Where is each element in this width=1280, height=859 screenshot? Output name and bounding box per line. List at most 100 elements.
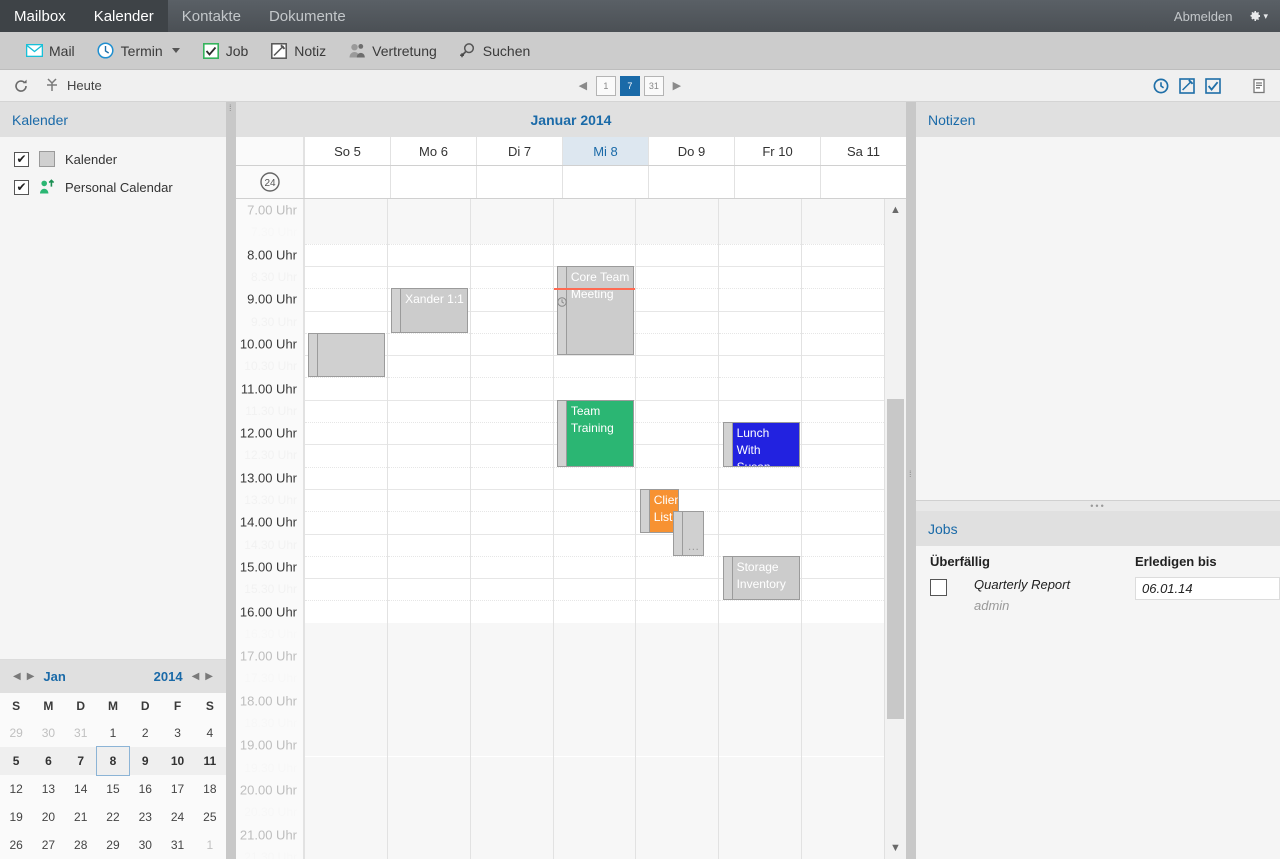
calendar-event[interactable]: Lunch With Susan: [722, 422, 800, 467]
mini-cal-day[interactable]: 1: [97, 719, 129, 747]
mini-cal-day[interactable]: 3: [161, 719, 193, 747]
mini-cal-day[interactable]: 22: [97, 803, 129, 831]
mini-cal-day[interactable]: 15: [97, 775, 129, 803]
right-panel-splitter[interactable]: ⁞: [906, 102, 916, 859]
all-day-cell[interactable]: [476, 166, 562, 198]
mini-cal-day[interactable]: 29: [97, 831, 129, 859]
day-column-mi-8[interactable]: Core Team Meeting Team Training: [552, 199, 636, 859]
sidebar-splitter[interactable]: ⁞: [226, 102, 236, 859]
search-button[interactable]: Suchen: [448, 36, 541, 66]
mini-cal-day[interactable]: 23: [129, 803, 161, 831]
calendar-event[interactable]: Storage Inventory: [722, 555, 800, 601]
day-column-di-7[interactable]: [469, 199, 553, 859]
day-header-so-5[interactable]: So 5: [304, 137, 390, 165]
sidebar-item-kalender[interactable]: ✔ Kalender: [0, 145, 226, 173]
mini-cal-day[interactable]: 9: [129, 747, 162, 775]
all-day-cell[interactable]: [562, 166, 648, 198]
mini-cal-day[interactable]: 5: [0, 747, 33, 775]
mini-cal-day[interactable]: 26: [0, 831, 32, 859]
day-header-fr-10[interactable]: Fr 10: [734, 137, 820, 165]
day-column-mo-6[interactable]: Xander 1:1: [386, 199, 470, 859]
mini-cal-day[interactable]: 4: [194, 719, 226, 747]
nav-tab-kontakte[interactable]: Kontakte: [168, 0, 255, 32]
mini-cal-day[interactable]: 31: [161, 831, 193, 859]
all-day-cell[interactable]: [304, 166, 390, 198]
day-header-di-7[interactable]: Di 7: [476, 137, 562, 165]
notes-list[interactable]: [916, 137, 1280, 500]
mini-cal-day[interactable]: 1: [194, 831, 226, 859]
mini-cal-prev-year[interactable]: ◀: [189, 671, 203, 682]
mini-cal-day[interactable]: 13: [32, 775, 64, 803]
nav-tab-dokumente[interactable]: Dokumente: [255, 0, 360, 32]
mini-cal-year-label[interactable]: 2014: [148, 669, 189, 684]
day-column-do-9[interactable]: Client List: [635, 199, 719, 859]
mini-cal-day[interactable]: 2: [129, 719, 161, 747]
new-job-button[interactable]: Job: [191, 36, 260, 66]
all-day-cell[interactable]: [820, 166, 906, 198]
mini-cal-day[interactable]: 24: [161, 803, 193, 831]
chevron-down-icon[interactable]: [171, 48, 180, 53]
sidebar-item-personal-calendar[interactable]: ✔ Personal Calendar: [0, 173, 226, 201]
logout-button[interactable]: Abmelden: [1164, 0, 1243, 32]
show-appointments-icon[interactable]: [1150, 75, 1172, 97]
settings-menu-button[interactable]: ▾: [1242, 0, 1280, 32]
mini-cal-day[interactable]: 18: [194, 775, 226, 803]
calendar-event[interactable]: [673, 511, 705, 556]
nav-tab-mailbox[interactable]: Mailbox: [0, 0, 80, 32]
day-header-sa-11[interactable]: Sa 11: [820, 137, 906, 165]
mini-cal-day[interactable]: 7: [64, 747, 97, 775]
mini-cal-day[interactable]: 11: [193, 747, 226, 775]
mini-cal-prev-month[interactable]: ◀: [10, 671, 24, 682]
mini-cal-day[interactable]: 16: [129, 775, 161, 803]
mini-cal-day[interactable]: 21: [65, 803, 97, 831]
mini-cal-day[interactable]: 30: [129, 831, 161, 859]
prev-period-button[interactable]: ◀: [574, 76, 592, 96]
mini-cal-day[interactable]: 19: [0, 803, 32, 831]
mini-cal-day[interactable]: 12: [0, 775, 32, 803]
all-day-cell[interactable]: [648, 166, 734, 198]
print-icon[interactable]: [1248, 75, 1270, 97]
mini-cal-month-label[interactable]: Jan: [37, 669, 71, 684]
nav-tab-kalender[interactable]: Kalender: [79, 0, 168, 32]
jobs-table-row[interactable]: Quarterly Report admin 06.01.14: [916, 575, 1280, 613]
jobs-column-overdue[interactable]: Überfällig: [930, 554, 1135, 569]
mini-cal-day[interactable]: 10: [161, 747, 194, 775]
show-notes-icon[interactable]: [1176, 75, 1198, 97]
all-day-cell[interactable]: [734, 166, 820, 198]
scroll-up-icon[interactable]: ▲: [885, 199, 906, 221]
mini-cal-next-month[interactable]: ▶: [24, 671, 38, 682]
mini-cal-day[interactable]: 30: [32, 719, 64, 747]
mini-cal-day[interactable]: 27: [32, 831, 64, 859]
refresh-icon[interactable]: [10, 75, 32, 97]
notes-jobs-splitter[interactable]: •••: [916, 501, 1280, 511]
day-header-do-9[interactable]: Do 9: [648, 137, 734, 165]
day-column-so-5[interactable]: [304, 199, 387, 859]
calendar-checkbox[interactable]: ✔: [14, 151, 29, 167]
new-mail-button[interactable]: Mail: [14, 36, 86, 66]
calendar-event[interactable]: Xander 1:1: [391, 288, 469, 333]
next-period-button[interactable]: ▶: [668, 76, 686, 96]
view-week-button[interactable]: 7: [619, 75, 640, 96]
jobs-column-due[interactable]: Erledigen bis: [1135, 554, 1280, 569]
mini-cal-next-year[interactable]: ▶: [202, 671, 216, 682]
calendar-vertical-scrollbar[interactable]: ▲ ▼: [884, 199, 906, 859]
new-note-button[interactable]: Notiz: [259, 36, 337, 66]
day-header-mi-8[interactable]: Mi 8: [562, 137, 648, 165]
delegation-button[interactable]: Vertretung: [337, 36, 448, 66]
mini-cal-day[interactable]: 28: [65, 831, 97, 859]
mini-cal-day[interactable]: 25: [194, 803, 226, 831]
mini-cal-day[interactable]: 8: [95, 746, 131, 776]
view-day-button[interactable]: 1: [595, 75, 616, 96]
job-complete-checkbox[interactable]: [930, 579, 947, 596]
calendar-event[interactable]: [308, 332, 386, 378]
scroll-down-icon[interactable]: ▼: [885, 837, 906, 859]
mini-cal-day[interactable]: 14: [65, 775, 97, 803]
mini-cal-day[interactable]: 31: [65, 719, 97, 747]
new-appointment-button[interactable]: Termin: [86, 36, 191, 66]
view-month-button[interactable]: 31: [643, 75, 664, 96]
mini-cal-day[interactable]: 6: [32, 747, 65, 775]
day-header-mo-6[interactable]: Mo 6: [390, 137, 476, 165]
today-button[interactable]: Heute: [36, 74, 110, 98]
day-column-fr-10[interactable]: Lunch With Susan Storage Inventory: [718, 199, 802, 859]
mini-cal-day[interactable]: 17: [161, 775, 193, 803]
